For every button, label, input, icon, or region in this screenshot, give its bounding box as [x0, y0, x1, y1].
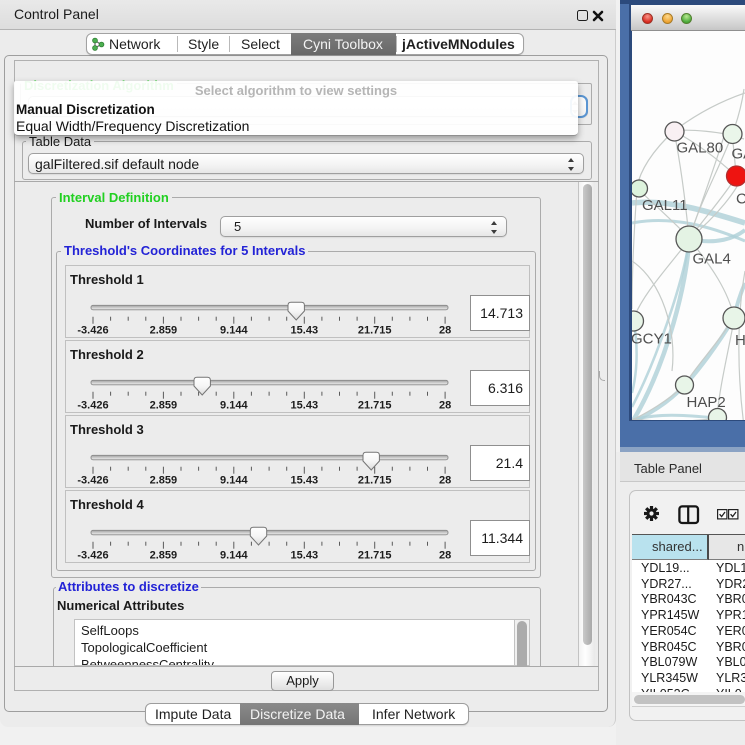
- svg-text:GCY1: GCY1: [632, 331, 672, 348]
- svg-text:21.715: 21.715: [358, 550, 392, 562]
- svg-text:28: 28: [439, 550, 451, 562]
- svg-text:H: H: [735, 332, 745, 349]
- svg-text:28: 28: [439, 475, 451, 487]
- svg-text:21.715: 21.715: [358, 475, 392, 487]
- svg-text:C: C: [736, 191, 745, 208]
- svg-text:-3.426: -3.426: [77, 325, 108, 337]
- svg-text:-3.426: -3.426: [77, 550, 108, 562]
- svg-text:28: 28: [439, 325, 451, 337]
- svg-text:GAL11: GAL11: [642, 197, 688, 214]
- svg-text:GAL4: GAL4: [693, 251, 731, 268]
- svg-text:9.144: 9.144: [220, 325, 248, 337]
- svg-text:2.859: 2.859: [150, 550, 178, 562]
- svg-text:15.43: 15.43: [291, 400, 319, 412]
- svg-text:15.43: 15.43: [291, 550, 319, 562]
- svg-text:9.144: 9.144: [220, 550, 248, 562]
- svg-text:GA: GA: [732, 146, 745, 163]
- svg-text:HAP2: HAP2: [687, 394, 726, 411]
- svg-text:15.43: 15.43: [291, 325, 319, 337]
- svg-text:9.144: 9.144: [220, 400, 248, 412]
- svg-text:9.144: 9.144: [220, 475, 248, 487]
- svg-text:2.859: 2.859: [150, 325, 178, 337]
- svg-text:15.43: 15.43: [291, 475, 319, 487]
- svg-text:2.859: 2.859: [150, 475, 178, 487]
- svg-text:28: 28: [439, 400, 451, 412]
- svg-text:-3.426: -3.426: [77, 400, 108, 412]
- svg-text:-3.426: -3.426: [77, 475, 108, 487]
- svg-text:GAL80: GAL80: [677, 140, 724, 157]
- svg-text:2.859: 2.859: [150, 400, 178, 412]
- svg-text:21.715: 21.715: [358, 325, 392, 337]
- svg-text:21.715: 21.715: [358, 400, 392, 412]
